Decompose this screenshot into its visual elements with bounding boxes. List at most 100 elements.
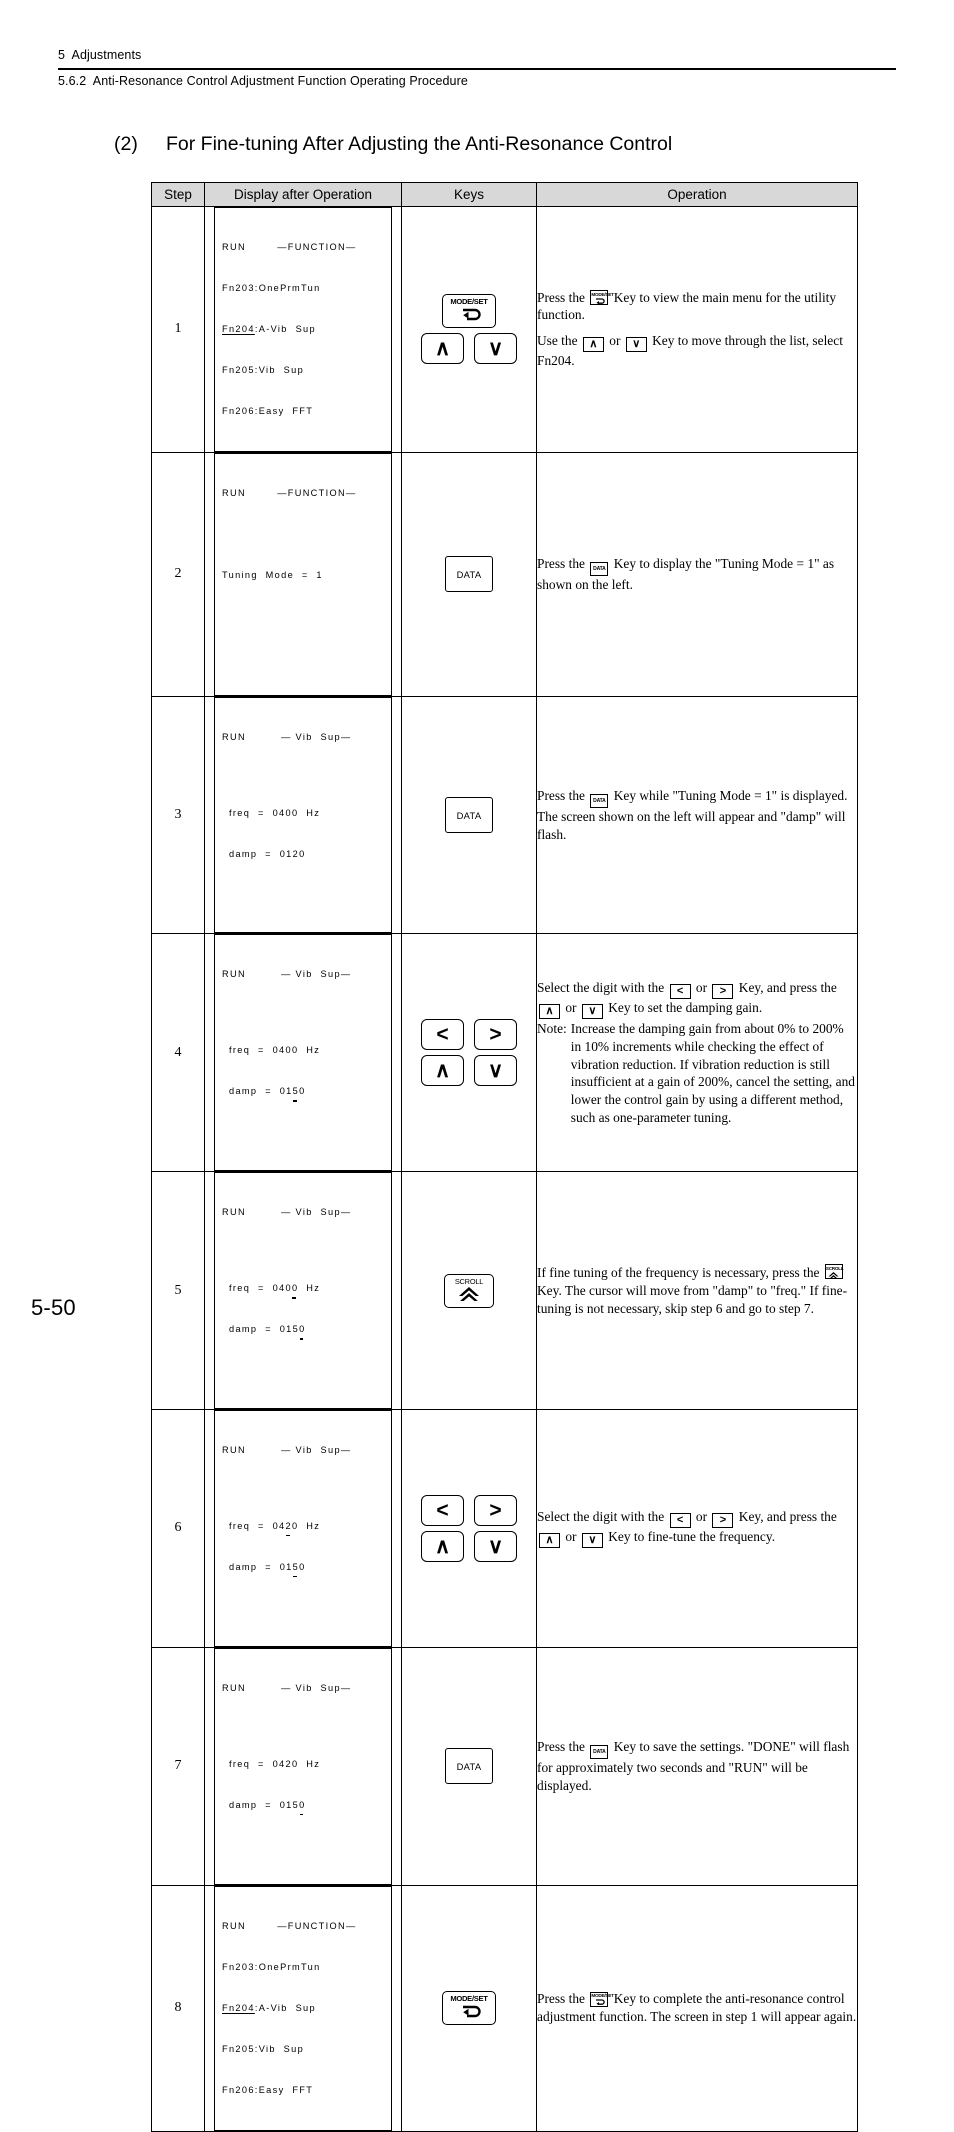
lcd-line: RUN —FUNCTION— xyxy=(215,487,391,500)
operation-text: Select the digit with the xyxy=(537,1509,665,1525)
page-title-text: For Fine-tuning After Adjusting the Anti… xyxy=(166,133,673,155)
operation-text: Press the xyxy=(537,555,585,571)
lcd-line: Fn203:OnePrmTun xyxy=(222,282,321,293)
keys-cell: SCROLL xyxy=(401,1171,537,1411)
operation-cell: Press the DATA Key to display the "Tunin… xyxy=(536,451,858,697)
right-key[interactable]: > xyxy=(474,1494,517,1526)
step-number: 8 xyxy=(151,1884,205,2132)
lcd-line-blank xyxy=(215,651,391,662)
up-key[interactable]: ∧ xyxy=(421,1055,464,1087)
double-chevron-up-icon xyxy=(445,1285,493,1302)
lcd-panel: RUN —FUNCTION— Fn203:OnePrmTun Fn204:A-V… xyxy=(214,1885,392,2131)
lcd-line: RUN —FUNCTION— xyxy=(215,241,391,254)
key-row: DATA xyxy=(445,1748,493,1785)
header-section-label: 5.6.2 Anti-Resonance Control Adjustment … xyxy=(58,74,468,88)
lcd-line: Fn205:Vib Sup xyxy=(222,2043,305,2054)
table-header-row: Step Display after Operation Keys Operat… xyxy=(151,182,858,207)
operation-cell: Press the DATA Key while "Tuning Mode = … xyxy=(536,695,858,935)
key-row: DATA xyxy=(445,556,493,593)
lcd-selected-item: Fn204 xyxy=(222,2002,255,2013)
key-stack: MODE/SET ∧ ∨ xyxy=(421,288,517,370)
data-key[interactable]: DATA xyxy=(445,556,493,593)
down-key[interactable]: ∨ xyxy=(474,333,517,365)
lcd-damp-value-part: 0 xyxy=(299,1561,306,1572)
right-inline-icon: > xyxy=(712,1513,734,1529)
data-inline-icon: DATA xyxy=(590,1744,609,1759)
lcd-mode-label: — Vib Sup— xyxy=(281,1682,352,1693)
operation-text: Key, and press the xyxy=(738,979,837,995)
lcd-line: Fn206:Easy FFT xyxy=(222,405,314,416)
mode-set-key-label: MODE/SET xyxy=(450,1994,488,2004)
lcd-line-damp: damp = 0150 xyxy=(215,1085,391,1102)
key-row: SCROLL xyxy=(444,1273,494,1308)
key-row: ∧ ∨ xyxy=(421,1530,517,1562)
up-inline-icon: ∧ xyxy=(539,1003,560,1019)
data-key[interactable]: DATA xyxy=(445,797,493,834)
left-inline-icon: < xyxy=(669,1513,691,1529)
operation-paragraph: Press the DATA Key to save the settings.… xyxy=(537,1738,857,1795)
right-key[interactable]: > xyxy=(474,1019,517,1051)
key-stack: DATA xyxy=(445,1742,493,1790)
loop-arrow-icon xyxy=(591,1998,607,2006)
lcd-line-freq: freq = 0420 Hz xyxy=(215,1758,391,1771)
keys-cell: DATA xyxy=(401,1646,537,1886)
lcd-run-label: RUN xyxy=(222,1207,246,1218)
display-cell: RUN —FUNCTION— Fn203:OnePrmTun Fn204:A-V… xyxy=(204,1884,402,2132)
lcd-selected-item-desc: :A-Vib Sup xyxy=(254,2002,316,2013)
key-row: MODE/SET xyxy=(421,294,517,329)
lcd-freq-value: 0400 xyxy=(272,1045,299,1056)
operation-text: or xyxy=(565,1529,577,1545)
lcd-line-blank xyxy=(215,528,391,541)
lcd-freq-label: freq = xyxy=(229,1283,273,1294)
down-key[interactable]: ∨ xyxy=(474,1530,517,1562)
lcd-freq-value: 0400 xyxy=(272,807,299,818)
left-key[interactable]: < xyxy=(421,1019,464,1051)
lcd-line: RUN — Vib Sup— xyxy=(215,1682,391,1695)
lcd-freq-unit: Hz xyxy=(298,1045,321,1056)
operation-paragraph: If fine tuning of the frequency is neces… xyxy=(537,1264,857,1317)
operation-note: Note: Increase the damping gain from abo… xyxy=(537,1020,857,1127)
header-divider-rule xyxy=(58,68,896,70)
lcd-run-label: RUN xyxy=(222,731,246,742)
operation-cell: Press the MODE/SET Key to complete the a… xyxy=(536,1884,858,2132)
mode-set-key[interactable]: MODE/SET xyxy=(442,294,496,329)
operation-paragraph: Use the ∧ or ∨ Key to move through the l… xyxy=(537,332,857,370)
loop-arrow-icon xyxy=(443,2003,495,2018)
key-row: < > xyxy=(421,1019,517,1051)
step-number: 5 xyxy=(151,1171,205,1411)
lcd-line-blank xyxy=(215,1247,391,1254)
up-key[interactable]: ∧ xyxy=(421,1530,464,1562)
mode-set-key[interactable]: MODE/SET xyxy=(442,1991,496,2026)
lcd-freq-label: freq = xyxy=(229,1045,273,1056)
left-key[interactable]: < xyxy=(421,1494,464,1526)
lcd-line-damp: damp = 0150 xyxy=(215,1561,391,1578)
step-number: 6 xyxy=(151,1409,205,1648)
lcd-damp-value-part: 01 xyxy=(279,1086,293,1097)
operation-text: Use the xyxy=(537,333,578,349)
lcd-freq-unit: Hz xyxy=(298,1283,321,1294)
page-number: 5-50 xyxy=(31,1295,76,1320)
scroll-key[interactable]: SCROLL xyxy=(444,1273,494,1308)
lcd-freq-label: freq = xyxy=(229,1520,273,1531)
lcd-cursor-digit: 0 xyxy=(299,1799,305,1816)
lcd-damp-value: 0120 xyxy=(279,848,306,859)
lcd-line-blank xyxy=(215,772,391,779)
lcd-freq-unit: Hz xyxy=(298,1520,321,1531)
lcd-line-blank xyxy=(215,1009,391,1016)
lcd-line-blank xyxy=(215,610,391,623)
lcd-cursor-digit: 0 xyxy=(299,1323,305,1340)
procedure-table: Step Display after Operation Keys Operat… xyxy=(151,182,858,2132)
lcd-line-freq: freq = 0420 Hz xyxy=(215,1520,391,1537)
down-key[interactable]: ∨ xyxy=(474,1055,517,1087)
operation-text: Press the xyxy=(537,289,585,305)
lcd-line-freq: freq = 0400 Hz xyxy=(215,1282,391,1299)
data-key[interactable]: DATA xyxy=(445,1748,493,1785)
operation-cell: Press the DATA Key to save the settings.… xyxy=(536,1646,858,1886)
up-key[interactable]: ∧ xyxy=(421,333,464,365)
lcd-line: Fn203:OnePrmTun xyxy=(222,1961,321,1972)
display-cell: RUN —FUNCTION— Tuning Mode = 1 xyxy=(204,451,402,697)
header-chapter-label: 5 Adjustments xyxy=(58,48,142,62)
key-row: ∧ ∨ xyxy=(421,333,517,365)
lcd-panel: RUN — Vib Sup— freq = 0400 Hz damp = 015… xyxy=(214,1172,392,1410)
operation-paragraph: Press the DATA Key while "Tuning Mode = … xyxy=(537,787,857,844)
